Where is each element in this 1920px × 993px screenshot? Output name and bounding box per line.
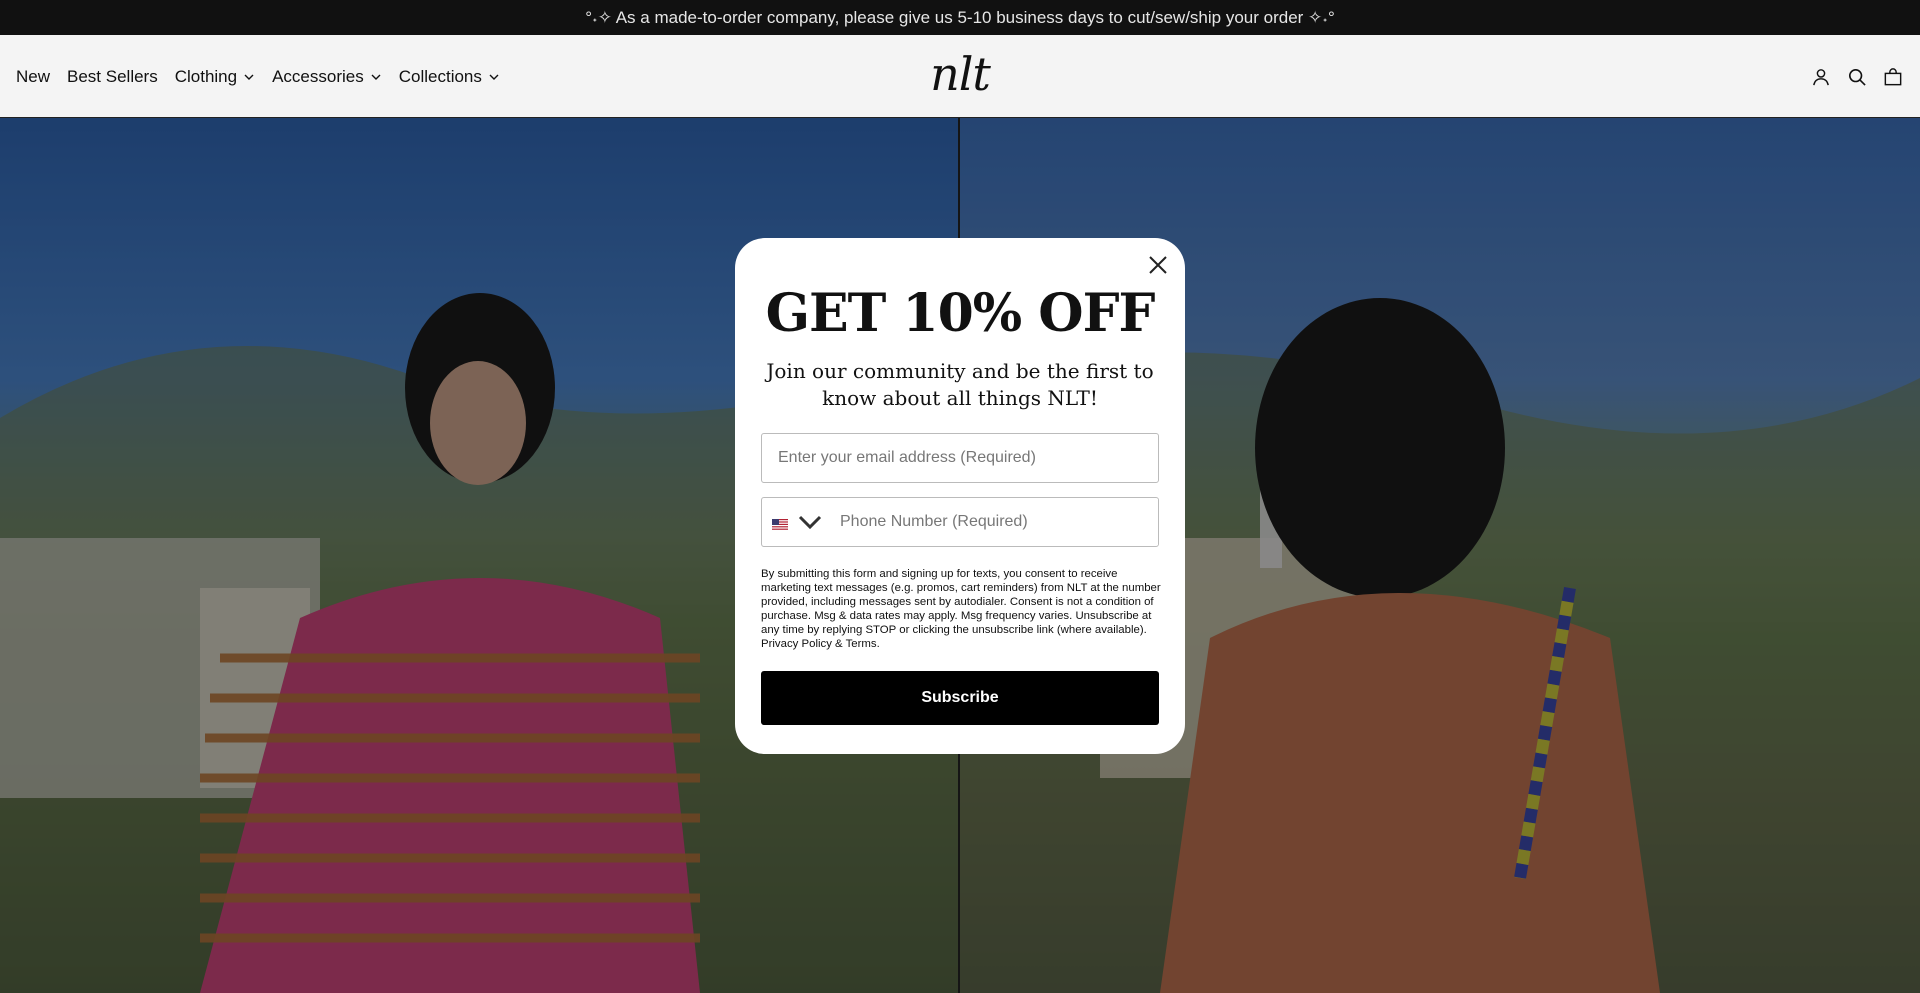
phone-field-wrapper bbox=[761, 497, 1159, 547]
chevron-down-icon bbox=[244, 74, 254, 80]
site-header: New Best Sellers Clothing Accessories Co… bbox=[0, 35, 1920, 118]
sms-consent-text: By submitting this form and signing up f… bbox=[761, 568, 1161, 650]
nav-item-accessories[interactable]: Accessories bbox=[272, 67, 382, 87]
subscribe-button[interactable]: Subscribe bbox=[761, 671, 1159, 725]
us-flag-icon[interactable] bbox=[772, 517, 788, 530]
nav-item-clothing[interactable]: Clothing bbox=[175, 67, 255, 87]
close-icon[interactable] bbox=[1145, 252, 1171, 278]
bag-icon[interactable] bbox=[1884, 67, 1902, 86]
site-logo[interactable]: nlt bbox=[930, 47, 991, 101]
announcement-bar: °˖✧ As a made-to-order company, please g… bbox=[0, 0, 1920, 35]
chevron-down-icon bbox=[371, 74, 381, 80]
email-field[interactable] bbox=[761, 433, 1159, 483]
discount-popup: GET 10% OFF Join our community and be th… bbox=[735, 238, 1185, 754]
account-icon[interactable] bbox=[1812, 68, 1830, 86]
popup-title: GET 10% OFF bbox=[765, 283, 1156, 344]
main-nav: New Best Sellers Clothing Accessories Co… bbox=[16, 35, 500, 118]
nav-item-new[interactable]: New bbox=[16, 67, 50, 87]
popup-subtitle: Join our community and be the first to k… bbox=[766, 359, 1154, 410]
announcement-text: °˖✧ As a made-to-order company, please g… bbox=[585, 7, 1335, 27]
chevron-down-icon[interactable] bbox=[796, 514, 824, 530]
header-actions bbox=[1812, 35, 1902, 118]
chevron-down-icon bbox=[489, 74, 499, 80]
search-icon[interactable] bbox=[1848, 68, 1866, 86]
phone-field[interactable] bbox=[824, 499, 1158, 545]
nav-item-best-sellers[interactable]: Best Sellers bbox=[67, 67, 158, 87]
nav-item-collections[interactable]: Collections bbox=[399, 67, 500, 87]
